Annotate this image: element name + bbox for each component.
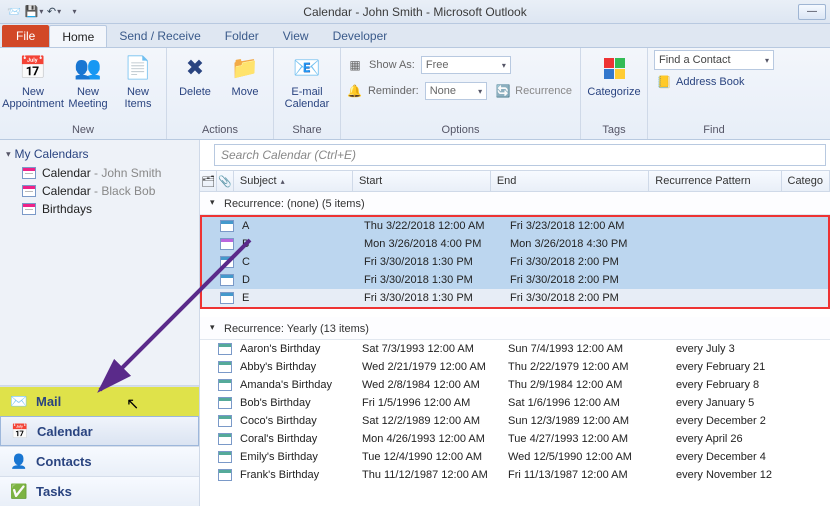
calendar-icon — [22, 203, 36, 215]
mail-icon: ✉️ — [10, 394, 28, 410]
recurring-appointment-icon — [218, 469, 232, 481]
navigation-pane: My Calendars Calendar - John Smith Calen… — [0, 140, 200, 506]
table-row[interactable]: Abby's BirthdayWed 2/21/1979 12:00 AMThu… — [200, 358, 830, 376]
table-row[interactable]: AThu 3/22/2018 12:00 AMFri 3/23/2018 12:… — [202, 217, 828, 235]
title-bar: 📨 💾 ↶ Calendar - John Smith - Microsoft … — [0, 0, 830, 24]
meeting-icon — [220, 238, 234, 250]
table-row[interactable]: Frank's BirthdayThu 11/12/1987 12:00 AMF… — [200, 466, 830, 484]
tab-folder[interactable]: Folder — [213, 25, 271, 47]
new-appointment-button[interactable]: 📅 New Appointment — [6, 50, 60, 110]
nav-calendar-button[interactable]: 📅 Calendar — [0, 416, 199, 446]
my-calendars-header[interactable]: My Calendars — [4, 144, 195, 164]
ribbon: 📅 New Appointment 👥 New Meeting 📄 New It… — [0, 48, 830, 140]
recurring-appointment-icon — [218, 433, 232, 445]
recurrence-icon: 🔄 — [495, 83, 511, 99]
col-attachment[interactable]: 📎 — [217, 171, 234, 191]
minimize-button[interactable]: — — [798, 4, 826, 20]
move-icon: 📁 — [229, 52, 261, 84]
nav-tasks-button[interactable]: ✅ Tasks — [0, 476, 199, 506]
group-actions: ✖ Delete 📁 Move Actions — [167, 48, 274, 139]
categorize-button[interactable]: Categorize — [587, 50, 641, 98]
table-row[interactable]: Emily's BirthdayTue 12/4/1990 12:00 AMWe… — [200, 448, 830, 466]
calendar-icon: 📅 — [17, 52, 49, 84]
col-start[interactable]: Start — [353, 171, 491, 191]
items-icon: 📄 — [122, 52, 154, 84]
email-calendar-button[interactable]: 📧 E-mail Calendar — [280, 50, 334, 110]
find-contact-combo[interactable]: Find a Contact — [654, 50, 774, 70]
table-row[interactable]: Amanda's BirthdayWed 2/8/1984 12:00 AMTh… — [200, 376, 830, 394]
window-title: Calendar - John Smith - Microsoft Outloo… — [0, 5, 830, 19]
recurring-appointment-icon — [218, 379, 232, 391]
showas-icon: ▦ — [347, 57, 363, 73]
reminder-combo[interactable]: None — [425, 82, 487, 100]
nav-mail-button[interactable]: ✉️ Mail — [0, 386, 199, 416]
selection-highlight: AThu 3/22/2018 12:00 AMFri 3/23/2018 12:… — [200, 215, 830, 309]
table-row[interactable]: DFri 3/30/2018 1:30 PMFri 3/30/2018 2:00… — [202, 271, 828, 289]
email-calendar-icon: 📧 — [291, 52, 323, 84]
tab-home[interactable]: Home — [49, 25, 107, 47]
column-headers: 🗂 📎 Subject▴ Start End Recurrence Patter… — [200, 170, 830, 192]
appointment-icon — [220, 256, 234, 268]
ribbon-tabs: File Home Send / Receive Folder View Dev… — [0, 24, 830, 48]
col-icon[interactable]: 🗂 — [200, 171, 217, 191]
move-button[interactable]: 📁 Move — [223, 50, 267, 98]
categorize-icon — [598, 52, 630, 84]
table-row[interactable]: EFri 3/30/2018 1:30 PMFri 3/30/2018 2:00… — [202, 289, 828, 307]
recurring-appointment-icon — [218, 397, 232, 409]
new-items-button[interactable]: 📄 New Items — [116, 50, 160, 110]
appointment-icon — [220, 292, 234, 304]
recurring-appointment-icon — [218, 451, 232, 463]
calendar-icon — [22, 185, 36, 197]
address-book-button[interactable]: 📒 Address Book — [654, 72, 774, 92]
table-row[interactable]: Coral's BirthdayMon 4/26/1993 12:00 AMTu… — [200, 430, 830, 448]
search-input[interactable]: Search Calendar (Ctrl+E) — [214, 144, 826, 166]
group-header-none[interactable]: Recurrence: (none) (5 items) — [200, 192, 830, 215]
showas-combo[interactable]: Free — [421, 56, 511, 74]
group-find: Find a Contact 📒 Address Book Find — [648, 48, 780, 139]
contacts-icon: 👤 — [10, 454, 28, 470]
nav-contacts-button[interactable]: 👤 Contacts — [0, 446, 199, 476]
table-row[interactable]: BMon 3/26/2018 4:00 PMMon 3/26/2018 4:30… — [202, 235, 828, 253]
recurring-appointment-icon — [218, 343, 232, 355]
address-book-icon: 📒 — [656, 74, 672, 90]
delete-icon: ✖ — [179, 52, 211, 84]
appointment-icon — [220, 220, 234, 232]
reminder-icon: 🔔 — [347, 83, 362, 99]
col-recurrence[interactable]: Recurrence Pattern — [649, 171, 781, 191]
content-pane: Search Calendar (Ctrl+E) 🗂 📎 Subject▴ St… — [200, 140, 830, 506]
appointment-icon — [220, 274, 234, 286]
col-subject[interactable]: Subject▴ — [234, 171, 353, 191]
group-options: ▦ Show As: Free 🔔 Reminder: None 🔄 Recur… — [341, 48, 581, 139]
delete-button[interactable]: ✖ Delete — [173, 50, 217, 98]
table-row[interactable]: Coco's BirthdaySat 12/2/1989 12:00 AMSun… — [200, 412, 830, 430]
group-header-yearly[interactable]: Recurrence: Yearly (13 items) — [200, 317, 830, 340]
table-row[interactable]: Bob's BirthdayFri 1/5/1996 12:00 AMSat 1… — [200, 394, 830, 412]
tasks-icon: ✅ — [10, 484, 28, 500]
tab-send-receive[interactable]: Send / Receive — [107, 25, 212, 47]
event-list: Recurrence: (none) (5 items) AThu 3/22/2… — [200, 192, 830, 506]
group-new: 📅 New Appointment 👥 New Meeting 📄 New It… — [0, 48, 167, 139]
calendar-icon — [22, 167, 36, 179]
group-tags: Categorize Tags — [581, 48, 648, 139]
recurring-appointment-icon — [218, 415, 232, 427]
calendar-item[interactable]: Birthdays — [4, 200, 195, 218]
group-share: 📧 E-mail Calendar Share — [274, 48, 341, 139]
calendar-icon: 📅 — [11, 423, 29, 439]
calendar-item[interactable]: Calendar - Black Bob — [4, 182, 195, 200]
col-categories[interactable]: Catego — [782, 171, 830, 191]
meeting-icon: 👥 — [72, 52, 104, 84]
calendar-item[interactable]: Calendar - John Smith — [4, 164, 195, 182]
table-row[interactable]: CFri 3/30/2018 1:30 PMFri 3/30/2018 2:00… — [202, 253, 828, 271]
col-end[interactable]: End — [491, 171, 649, 191]
tab-file[interactable]: File — [2, 25, 49, 47]
sort-asc-icon: ▴ — [281, 177, 285, 186]
recurrence-button[interactable]: 🔄 Recurrence — [493, 81, 574, 101]
tab-view[interactable]: View — [271, 25, 321, 47]
new-meeting-button[interactable]: 👥 New Meeting — [66, 50, 110, 110]
table-row[interactable]: Aaron's BirthdaySat 7/3/1993 12:00 AMSun… — [200, 340, 830, 358]
tab-developer[interactable]: Developer — [321, 25, 400, 47]
recurring-appointment-icon — [218, 361, 232, 373]
